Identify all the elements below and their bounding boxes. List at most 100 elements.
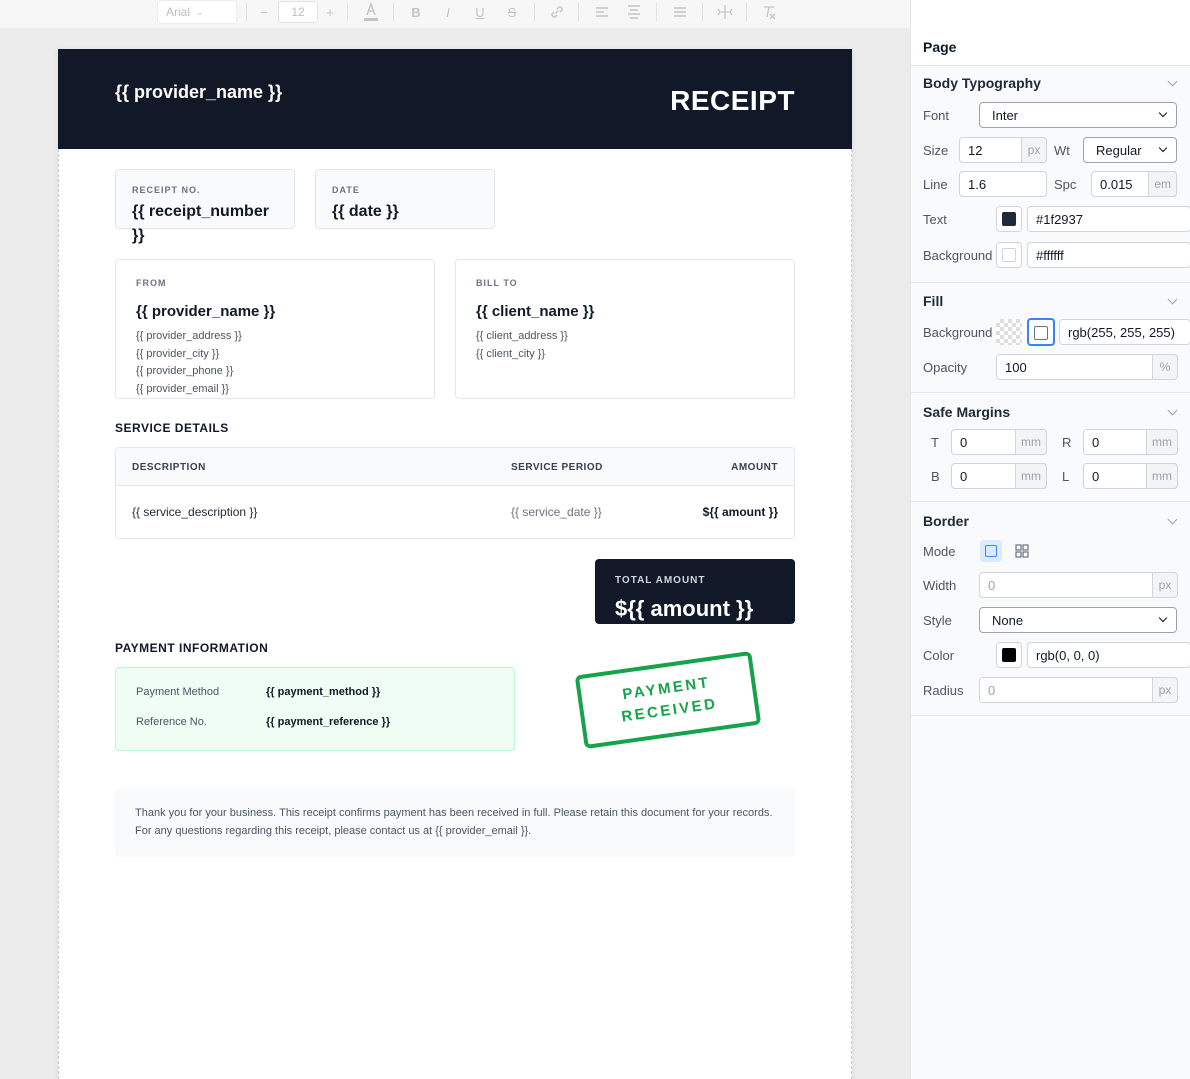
header-provider-name[interactable]: {{ provider_name }} bbox=[115, 82, 282, 103]
receipt-header[interactable]: {{ provider_name }} RECEIPT bbox=[58, 49, 852, 149]
weight-label: Wt bbox=[1054, 143, 1070, 158]
text-color-field[interactable]: #1f2937 bbox=[1027, 206, 1190, 232]
font-label: Font bbox=[923, 108, 950, 123]
fill-color-swatch[interactable] bbox=[1027, 318, 1055, 346]
margin-left-field[interactable]: 0 mm bbox=[1083, 463, 1178, 489]
section-divider bbox=[911, 715, 1190, 716]
thank-you-note[interactable]: Thank you for your business. This receip… bbox=[115, 789, 795, 857]
service-table[interactable]: DESCRIPTION SERVICE PERIOD AMOUNT {{ ser… bbox=[115, 447, 795, 539]
underline-icon[interactable]: U bbox=[470, 0, 490, 24]
fill-section-title[interactable]: Fill bbox=[923, 293, 943, 309]
border-mode-all-button[interactable] bbox=[980, 540, 1002, 562]
toolbar-divider bbox=[347, 3, 348, 21]
bill-to-card[interactable]: BILL TO {{ client_name }} {{ client_addr… bbox=[455, 259, 795, 399]
typography-bg-field[interactable]: #ffffff bbox=[1027, 242, 1190, 268]
font-size-value: 12 bbox=[968, 142, 983, 158]
toolbar-divider bbox=[534, 3, 535, 21]
border-radius-field[interactable]: 0 px bbox=[979, 677, 1178, 703]
provider-phone: {{ provider_phone }} bbox=[136, 365, 234, 378]
chevron-down-icon[interactable] bbox=[1167, 294, 1178, 305]
size-unit: px bbox=[1021, 137, 1047, 163]
list-icon[interactable] bbox=[670, 0, 690, 24]
margin-bottom-field[interactable]: 0 mm bbox=[951, 463, 1047, 489]
reference-label: Reference No. bbox=[136, 716, 207, 728]
service-details-heading[interactable]: SERVICE DETAILS bbox=[115, 421, 229, 435]
receipt-page[interactable]: {{ provider_name }} RECEIPT RECEIPT NO. … bbox=[58, 49, 852, 1079]
line-height-icon[interactable] bbox=[714, 0, 736, 24]
square-icon bbox=[985, 545, 997, 557]
align-center-icon[interactable] bbox=[624, 0, 644, 24]
section-divider bbox=[911, 282, 1190, 283]
decrease-size-button[interactable]: − bbox=[256, 0, 272, 24]
opacity-field[interactable]: 100 % bbox=[996, 354, 1178, 380]
bold-icon[interactable]: B bbox=[406, 0, 426, 24]
line-height-field[interactable]: 1.6 bbox=[959, 171, 1047, 197]
clear-format-icon[interactable] bbox=[758, 0, 780, 24]
border-width-field[interactable]: 0 px bbox=[979, 572, 1178, 598]
margins-section-title[interactable]: Safe Margins bbox=[923, 404, 1010, 420]
link-icon[interactable] bbox=[546, 0, 568, 24]
date-card[interactable]: DATE {{ date }} bbox=[315, 169, 495, 229]
payment-method-label: Payment Method bbox=[136, 686, 220, 698]
border-mode-label: Mode bbox=[923, 544, 956, 559]
line-height-label: Line bbox=[923, 177, 948, 192]
italic-icon[interactable]: I bbox=[438, 0, 458, 24]
border-color-label: Color bbox=[923, 648, 955, 663]
margin-top-label: T bbox=[931, 435, 939, 450]
border-radius-unit: px bbox=[1152, 677, 1178, 703]
payment-info-heading[interactable]: PAYMENT INFORMATION bbox=[115, 641, 268, 655]
properties-panel: Page Body Typography Font Inter Size 12 … bbox=[910, 28, 1190, 1079]
size-label: Size bbox=[923, 143, 949, 158]
typography-bg-swatch[interactable] bbox=[996, 242, 1022, 268]
panel-top-bar bbox=[910, 0, 1190, 28]
text-color-icon[interactable] bbox=[362, 0, 380, 24]
from-address-block: {{ provider_address }} {{ provider_city … bbox=[136, 328, 242, 398]
transparent-swatch[interactable] bbox=[996, 319, 1022, 345]
receipt-title[interactable]: RECEIPT bbox=[670, 85, 795, 117]
col-amount: AMOUNT bbox=[731, 462, 778, 473]
font-family-select[interactable]: Arial ⌄ bbox=[157, 0, 237, 24]
strikethrough-icon[interactable]: S bbox=[502, 0, 522, 24]
margin-bottom-value: 0 bbox=[960, 468, 968, 484]
font-size-field[interactable]: 12 px bbox=[959, 137, 1047, 163]
margin-top-value: 0 bbox=[960, 434, 968, 450]
date-value: {{ date }} bbox=[332, 203, 399, 220]
font-weight-select[interactable]: Regular bbox=[1083, 137, 1177, 163]
fill-color-field[interactable]: rgb(255, 255, 255) bbox=[1059, 319, 1190, 345]
letter-spacing-field[interactable]: 0.015 em bbox=[1091, 171, 1177, 197]
margin-right-value: 0 bbox=[1092, 434, 1100, 450]
font-select[interactable]: Inter bbox=[979, 102, 1177, 128]
chevron-down-icon[interactable] bbox=[1167, 76, 1178, 87]
border-color-swatch[interactable] bbox=[996, 642, 1022, 668]
panel-title: Page bbox=[923, 39, 957, 55]
border-style-select[interactable]: None bbox=[979, 607, 1177, 633]
payment-received-stamp[interactable]: PAYMENT RECEIVED bbox=[574, 650, 762, 750]
toolbar-divider bbox=[393, 3, 394, 21]
payment-info-box[interactable]: Payment Method {{ payment_method }} Refe… bbox=[115, 667, 515, 751]
toolbar-divider bbox=[578, 3, 579, 21]
receipt-number-card[interactable]: RECEIPT NO. {{ receipt_number }} bbox=[115, 169, 295, 244]
border-color-field[interactable]: rgb(0, 0, 0) bbox=[1027, 642, 1190, 668]
spacing-label: Spc bbox=[1054, 177, 1077, 192]
border-section-title[interactable]: Border bbox=[923, 513, 969, 529]
total-amount-box[interactable]: TOTAL AMOUNT ${{ amount }} bbox=[595, 559, 795, 624]
grid-icon bbox=[1015, 544, 1029, 558]
border-mode-individual-button[interactable] bbox=[1011, 540, 1033, 562]
border-width-label: Width bbox=[923, 578, 957, 593]
increase-size-button[interactable]: + bbox=[322, 0, 338, 24]
typography-section-title[interactable]: Body Typography bbox=[923, 75, 1041, 91]
text-color-swatch[interactable] bbox=[996, 206, 1022, 232]
chevron-down-icon[interactable] bbox=[1167, 514, 1178, 525]
section-divider bbox=[911, 501, 1190, 502]
typography-bg-label: Background bbox=[923, 248, 993, 263]
from-card[interactable]: FROM {{ provider_name }} {{ provider_add… bbox=[115, 259, 435, 399]
margin-right-field[interactable]: 0 mm bbox=[1083, 429, 1178, 455]
font-size-input[interactable]: 12 bbox=[278, 1, 318, 23]
margin-top-field[interactable]: 0 mm bbox=[951, 429, 1047, 455]
align-left-icon[interactable] bbox=[592, 0, 612, 24]
provider-address: {{ provider_address }} bbox=[136, 330, 242, 342]
receipt-number-label: RECEIPT NO. bbox=[132, 185, 201, 195]
border-radius-label: Radius bbox=[923, 683, 964, 698]
opacity-unit: % bbox=[1152, 354, 1178, 380]
chevron-down-icon[interactable] bbox=[1167, 405, 1178, 416]
